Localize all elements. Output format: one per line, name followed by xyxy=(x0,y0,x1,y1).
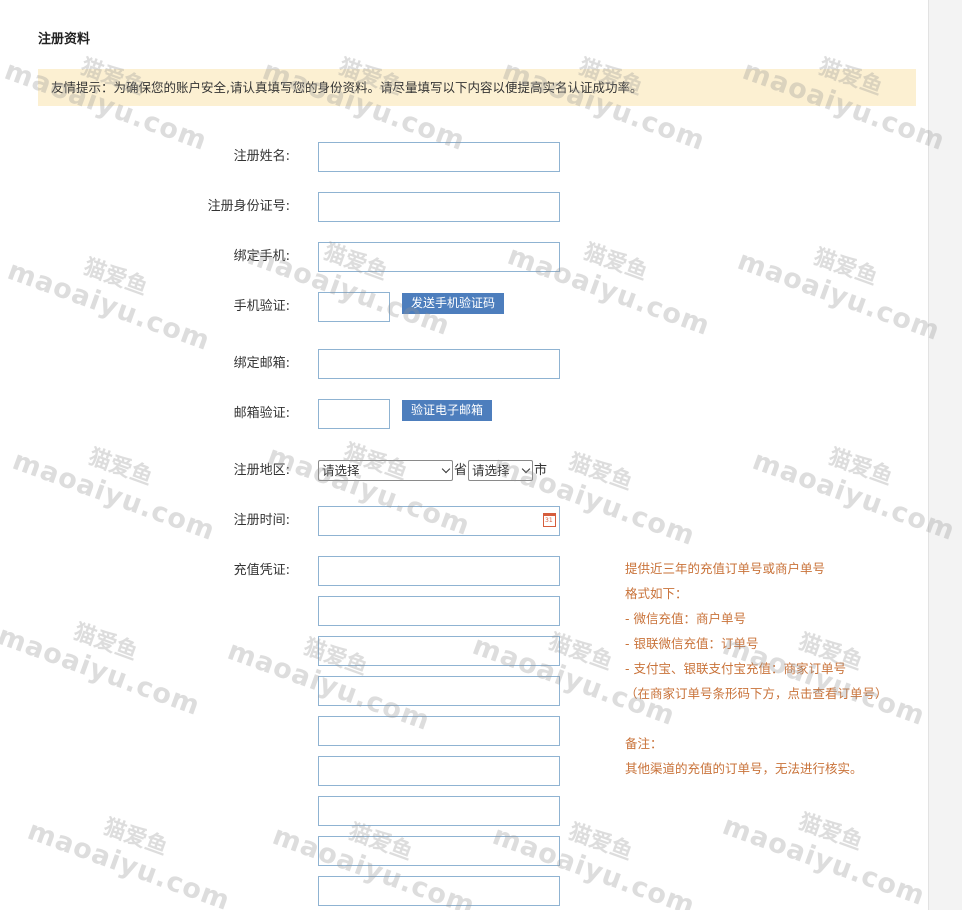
phone-label: 绑定手机: xyxy=(233,249,290,264)
hint-spacer xyxy=(625,706,905,731)
email-label: 绑定邮箱: xyxy=(233,356,290,371)
watermark: 猫爱鱼 maoaiyu.com xyxy=(733,244,945,348)
phone-code-input[interactable] xyxy=(318,292,390,322)
notice-banner: 友情提示：为确保您的账户安全,请认真填写您的身份资料。请尽量填写以下内容以便提高… xyxy=(38,69,916,106)
watermark: 猫爱鱼 maoaiyu.com xyxy=(503,239,715,343)
email-input[interactable] xyxy=(318,349,560,379)
hint-line: - 支付宝、银联支付宝充值：商家订单号 xyxy=(625,661,846,676)
voucher-input-1[interactable] xyxy=(318,556,560,586)
province-select[interactable]: 请选择 xyxy=(318,460,453,481)
idcard-input[interactable] xyxy=(318,192,560,222)
name-input[interactable] xyxy=(318,142,560,172)
voucher-input-5[interactable] xyxy=(318,716,560,746)
voucher-label: 充值凭证: xyxy=(233,563,290,578)
chevron-down-icon xyxy=(441,464,451,474)
time-input[interactable] xyxy=(318,506,560,536)
phone-input[interactable] xyxy=(318,242,560,272)
chevron-down-icon xyxy=(521,464,531,474)
hint-line: 备注： xyxy=(625,736,663,751)
hint-line: （在商家订单号条形码下方，点击查看订单号） xyxy=(625,686,888,701)
city-select-value: 请选择 xyxy=(472,463,510,478)
name-label: 注册姓名: xyxy=(233,149,290,164)
section-title: 注册资料 xyxy=(38,32,91,47)
province-suffix: 省 xyxy=(454,463,468,478)
voucher-input-7[interactable] xyxy=(318,796,560,826)
watermark: 猫爱鱼 maoaiyu.com xyxy=(23,814,235,910)
calendar-icon-day: 31 xyxy=(545,517,553,524)
voucher-input-3[interactable] xyxy=(318,636,560,666)
hint-line: - 银联微信充值：订单号 xyxy=(625,636,759,651)
city-select[interactable]: 请选择 xyxy=(468,460,533,481)
voucher-input-9[interactable] xyxy=(318,876,560,906)
watermark: 猫爱鱼 maoaiyu.com xyxy=(718,809,930,910)
phone-code-label: 手机验证: xyxy=(233,299,290,314)
watermark: 猫爱鱼 maoaiyu.com xyxy=(243,239,455,343)
voucher-hint: 提供近三年的充值订单号或商户单号 格式如下： - 微信充值：商户单号 - 银联微… xyxy=(625,556,905,781)
voucher-input-2[interactable] xyxy=(318,596,560,626)
voucher-input-8[interactable] xyxy=(318,836,560,866)
send-phone-code-button[interactable]: 发送手机验证码 xyxy=(402,293,505,314)
verify-email-button[interactable]: 验证电子邮箱 xyxy=(402,400,493,421)
calendar-icon[interactable]: 31 xyxy=(543,513,556,527)
province-select-value: 请选择 xyxy=(322,463,360,478)
region-label: 注册地区: xyxy=(233,463,290,478)
voucher-input-4[interactable] xyxy=(318,676,560,706)
page-right-scroll-gutter xyxy=(928,0,962,910)
hint-line: 其他渠道的充值的订单号，无法进行核实。 xyxy=(625,761,863,776)
email-code-input[interactable] xyxy=(318,399,390,429)
hint-line: - 微信充值：商户单号 xyxy=(625,611,746,626)
idcard-label: 注册身份证号: xyxy=(207,199,290,214)
hint-line: 格式如下： xyxy=(625,586,688,601)
time-label: 注册时间: xyxy=(233,513,290,528)
city-suffix: 市 xyxy=(534,463,548,478)
voucher-input-6[interactable] xyxy=(318,756,560,786)
hint-line: 提供近三年的充值订单号或商户单号 xyxy=(625,561,826,576)
watermark: 猫爱鱼 maoaiyu.com xyxy=(0,619,205,723)
email-code-label: 邮箱验证: xyxy=(233,406,290,421)
